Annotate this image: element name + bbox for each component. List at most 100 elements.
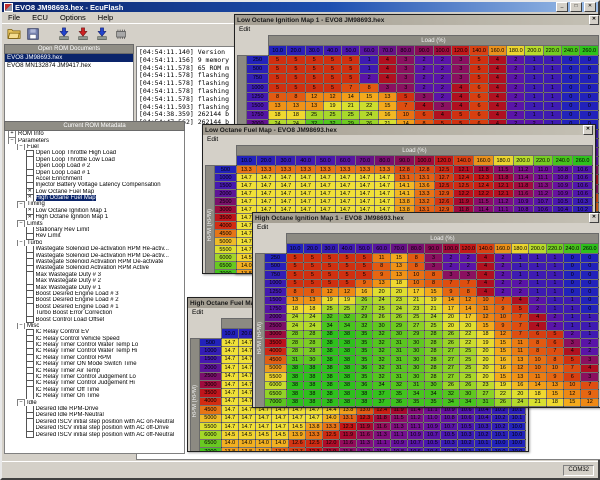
row-header-cell[interactable]: 5500: [264, 373, 286, 382]
map-cell[interactable]: 0: [580, 74, 599, 83]
map-cell[interactable]: 5: [304, 279, 321, 288]
row-header-cell[interactable]: 4500: [199, 406, 221, 414]
row-header-cell[interactable]: 750: [246, 74, 268, 83]
map-cell[interactable]: 4: [512, 296, 529, 305]
map-cell[interactable]: 30: [408, 347, 425, 356]
map-cell[interactable]: 31: [390, 347, 407, 356]
map-cell[interactable]: 5: [287, 56, 305, 65]
map-cell[interactable]: 12.4: [474, 182, 494, 190]
map-cell[interactable]: 35: [356, 373, 373, 382]
map-cell[interactable]: 20: [460, 322, 477, 331]
map-cell[interactable]: 11.8: [474, 166, 494, 174]
row-header-cell[interactable]: 2500: [264, 322, 286, 331]
map-cell[interactable]: 8: [460, 288, 477, 297]
map-cell[interactable]: 2: [546, 322, 563, 331]
map-cell[interactable]: 12.8: [414, 166, 434, 174]
map-cell[interactable]: 0: [562, 65, 580, 74]
map-cell[interactable]: 34: [442, 398, 459, 407]
map-cell[interactable]: 13: [390, 262, 407, 271]
map-cell[interactable]: 10.0: [508, 439, 525, 447]
map-cell[interactable]: 15: [494, 339, 511, 348]
row-header-cell[interactable]: 4000: [214, 222, 236, 230]
map-cell[interactable]: 2: [442, 254, 459, 263]
map-cell[interactable]: 35: [356, 330, 373, 339]
map-cell[interactable]: 38: [304, 390, 321, 399]
map-cell[interactable]: 10: [408, 271, 425, 280]
map-cell[interactable]: 3: [397, 56, 415, 65]
map-cell[interactable]: 7: [460, 279, 477, 288]
map-cell[interactable]: 24: [512, 398, 529, 407]
map-cell[interactable]: 10: [529, 364, 546, 373]
map-cell[interactable]: 2: [494, 254, 511, 263]
map-cell[interactable]: 38: [338, 407, 355, 409]
map-cell[interactable]: 11.2: [493, 198, 513, 206]
map-cell[interactable]: 5: [287, 65, 305, 74]
map-cell[interactable]: 28: [304, 339, 321, 348]
map-cell[interactable]: 12.5: [454, 182, 474, 190]
map-cell[interactable]: 3: [425, 254, 442, 263]
map-cell[interactable]: 4: [488, 83, 506, 92]
map-cell[interactable]: 15: [425, 288, 442, 297]
map-cell[interactable]: 19: [323, 101, 341, 110]
map-cell[interactable]: 1: [564, 322, 581, 331]
column-header-cell[interactable]: 220.0: [543, 46, 561, 56]
column-header-cell[interactable]: 100.0: [442, 244, 459, 254]
map-cell[interactable]: 10.2: [458, 439, 475, 447]
map-cell[interactable]: 11.6: [356, 431, 373, 439]
map-cell[interactable]: 3: [397, 83, 415, 92]
map-cell[interactable]: 12.6: [289, 439, 306, 447]
map-cell[interactable]: 32: [442, 390, 459, 399]
map-cell[interactable]: 14.7: [272, 422, 289, 430]
map-cell[interactable]: 12: [323, 92, 341, 101]
map-cell[interactable]: 2: [415, 74, 433, 83]
map-cell[interactable]: 34: [338, 322, 355, 331]
map-cell[interactable]: 15: [564, 407, 581, 409]
map-cell[interactable]: 7: [581, 381, 599, 390]
map-cell[interactable]: 5: [286, 262, 303, 271]
map-cell[interactable]: 6: [529, 330, 546, 339]
map-cell[interactable]: 17: [408, 288, 425, 297]
map-cell[interactable]: 25: [460, 364, 477, 373]
map-cell[interactable]: 14.5: [238, 431, 255, 439]
map-cell[interactable]: 11.6: [373, 422, 390, 430]
map-cell[interactable]: 14.7: [289, 414, 306, 422]
map-cell[interactable]: 0: [562, 101, 580, 110]
map-cell[interactable]: 35: [390, 390, 407, 399]
rom-list-item[interactable]: EVO8 MN132874 JM9417.hex: [5, 62, 133, 70]
map-cell[interactable]: 14.7: [276, 198, 296, 206]
map-cell[interactable]: 5: [397, 92, 415, 101]
map-cell[interactable]: 14.7: [236, 190, 256, 198]
map-cell[interactable]: 1: [525, 65, 543, 74]
map-cell[interactable]: 2: [507, 101, 525, 110]
row-header-cell[interactable]: 3500: [264, 339, 286, 348]
column-header-cell[interactable]: 120.0: [434, 156, 454, 166]
map-cell[interactable]: 20: [442, 313, 459, 322]
map-cell[interactable]: 11.3: [373, 431, 390, 439]
map-cell[interactable]: 10.6: [573, 190, 593, 198]
map-cell[interactable]: 1: [543, 65, 561, 74]
map-cell[interactable]: 28: [425, 339, 442, 348]
map-cell[interactable]: 34: [408, 390, 425, 399]
map-cell[interactable]: 4: [488, 74, 506, 83]
row-header-cell[interactable]: 750: [264, 271, 286, 280]
map-cell[interactable]: 10.6: [458, 414, 475, 422]
map-cell[interactable]: 18: [477, 330, 494, 339]
column-header-cell[interactable]: 200.0: [513, 156, 533, 166]
map-cell[interactable]: 1: [581, 330, 599, 339]
map-cell[interactable]: 4: [477, 254, 494, 263]
map-cell[interactable]: 13: [305, 101, 323, 110]
map-cell[interactable]: 28: [425, 330, 442, 339]
map-cell[interactable]: 1: [543, 56, 561, 65]
collapse-icon[interactable]: −: [17, 240, 25, 246]
map-cell[interactable]: 14.7: [315, 190, 335, 198]
column-header-cell[interactable]: 180.0: [512, 244, 529, 254]
map-cell[interactable]: 14.7: [221, 355, 238, 363]
map-cell[interactable]: 0: [580, 65, 599, 74]
map-cell[interactable]: 12.3: [339, 422, 356, 430]
map-cell[interactable]: 24: [373, 296, 390, 305]
map-cell[interactable]: 1: [546, 262, 563, 271]
map-cell[interactable]: 10.9: [424, 422, 441, 430]
map-cell[interactable]: 14.7: [335, 182, 355, 190]
map-cell[interactable]: 11.9: [323, 448, 340, 452]
map-cell[interactable]: 32: [373, 356, 390, 365]
